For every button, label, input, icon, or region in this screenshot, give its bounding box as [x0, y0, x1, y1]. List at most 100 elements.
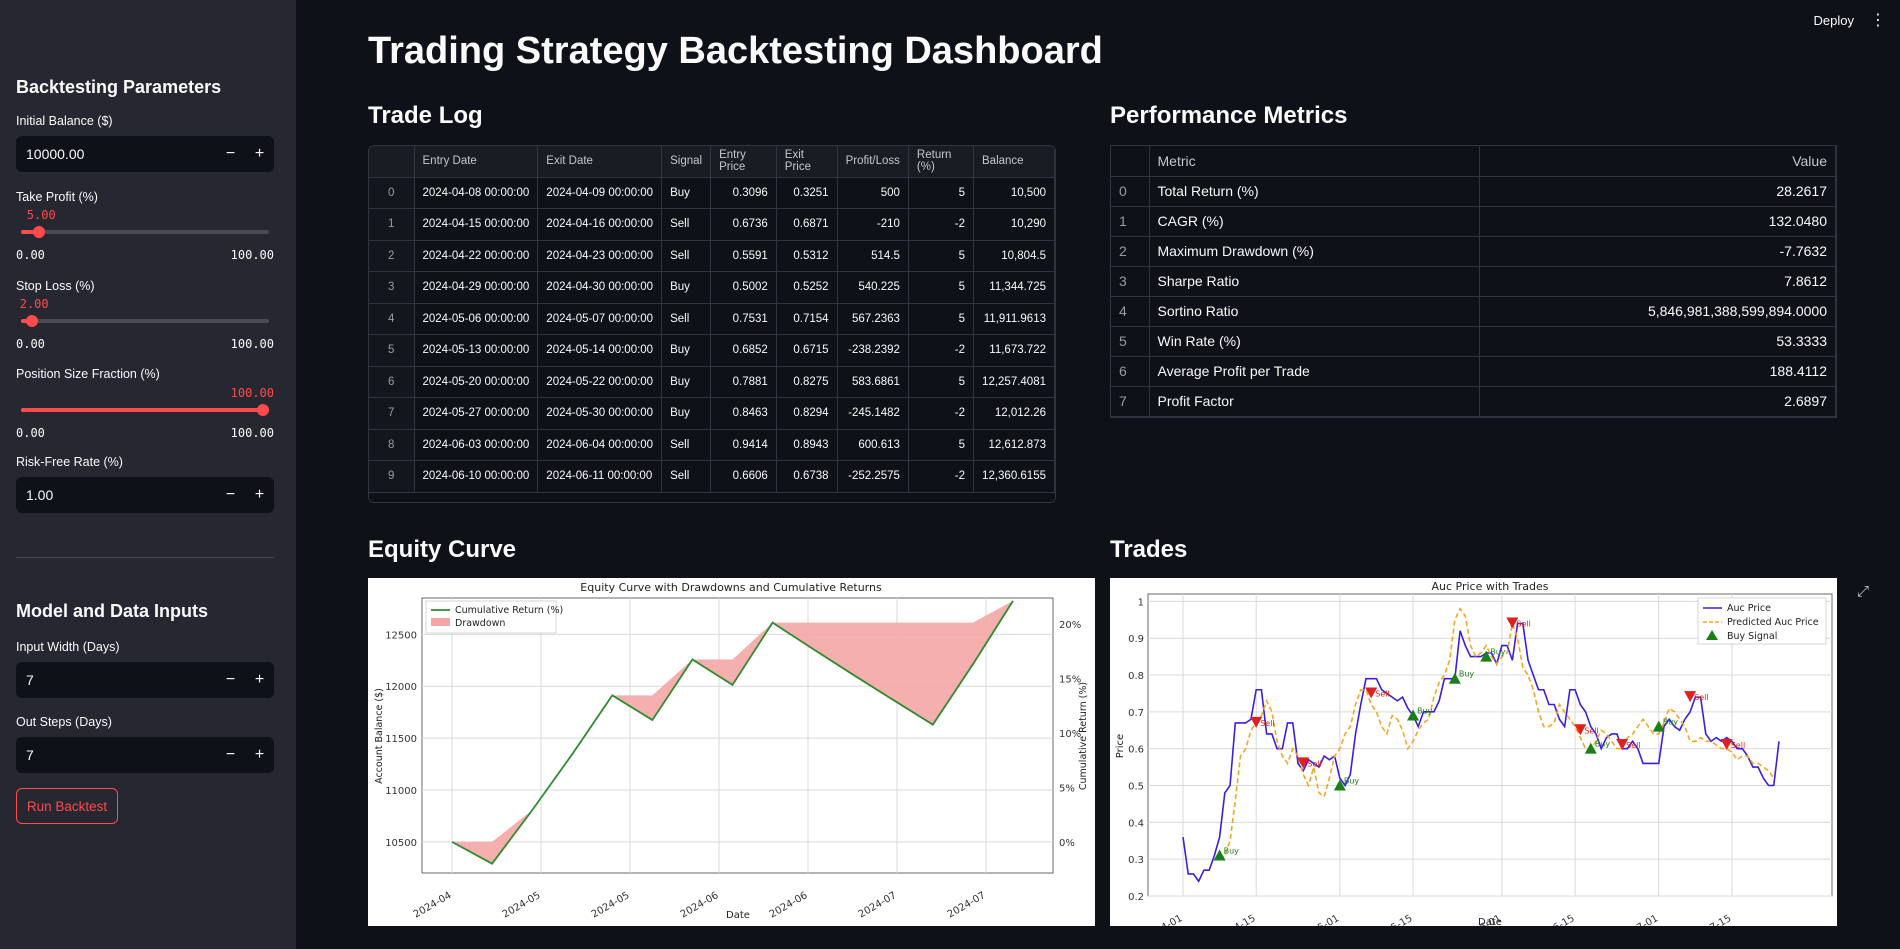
stop-loss-slider[interactable]: 2.00 0.00 100.00: [16, 293, 274, 351]
trade-log-header-row: Entry Date Exit Date Signal Entry Price Exit…: [369, 146, 1055, 178]
risk-free-value[interactable]: 1.00: [16, 487, 216, 503]
trade-log-col-header[interactable]: Signal: [661, 146, 712, 178]
metrics-row[interactable]: 7 Profit Factor 2.6897: [1111, 386, 1836, 417]
buy-signal-label: Buy: [1663, 718, 1679, 727]
trades-y-axis-label: Price: [1115, 734, 1126, 758]
run-backtest-button[interactable]: Run Backtest: [16, 788, 118, 824]
metric-name: Total Return (%): [1149, 176, 1480, 207]
take-profit-min: 0.00: [16, 248, 45, 262]
trade-log-cell: 0.6738: [776, 460, 838, 493]
sell-signal-label: Sell: [1260, 719, 1274, 728]
out-steps-value[interactable]: 7: [16, 747, 216, 763]
buy-signal-label: Buy: [1490, 648, 1506, 657]
metrics-row[interactable]: 0 Total Return (%) 28.2617: [1111, 176, 1836, 207]
metrics-row[interactable]: 5 Win Rate (%) 53.3333: [1111, 326, 1836, 357]
position-size-slider[interactable]: 100.00 0.00 100.00: [16, 382, 274, 440]
trades-y-tick-label: 0.8: [1128, 671, 1144, 682]
stop-loss-track[interactable]: [21, 319, 269, 323]
initial-balance-input[interactable]: 10000.00 − +: [16, 136, 274, 172]
trade-log-cell: 0.5252: [776, 271, 838, 304]
take-profit-label: Take Profit (%): [16, 190, 98, 204]
trade-log-row[interactable]: 7 2024-05-27 00:00:00 2024-05-30 00:00:00 B…: [369, 397, 1055, 430]
equity-x-tick-label: 2024-05: [590, 890, 632, 920]
trade-log-row[interactable]: 2 2024-04-22 00:00:00 2024-04-23 00:00:00 S…: [369, 240, 1055, 272]
trades-x-tick-label: 2024-07-15: [1678, 913, 1734, 926]
out-steps-increment-button[interactable]: +: [245, 737, 274, 773]
input-width-value[interactable]: 7: [16, 672, 216, 688]
equity-x-tick-label: 2024-07: [946, 890, 988, 920]
trade-log-row[interactable]: 3 2024-04-29 00:00:00 2024-04-30 00:00:00 B…: [369, 271, 1055, 304]
performance-metrics-table[interactable]: Metric Value 0 Total Return (%) 28.2617 1 CA…: [1110, 145, 1837, 418]
risk-free-input[interactable]: 1.00 − +: [16, 477, 274, 513]
trade-log-row-index: 3: [369, 271, 415, 304]
trade-log-col-header[interactable]: Exit Date: [537, 146, 663, 178]
take-profit-max: 100.00: [230, 248, 274, 262]
trade-log-row[interactable]: 0 2024-04-08 00:00:00 2024-04-09 00:00:00 B…: [369, 177, 1055, 209]
trade-log-col-header[interactable]: Entry Date: [414, 146, 539, 178]
trade-log-row[interactable]: 8 2024-06-03 00:00:00 2024-06-04 00:00:00 S…: [369, 429, 1055, 461]
trades-x-tick-label: 2024-05-15: [1359, 913, 1415, 926]
auc-price-svg: 0.2 0.3 0.4 0.5 0.6 0.7 0.8 0.9 1 2024-04-01 2024-…: [1115, 580, 1833, 926]
trades-y-tick-label: 0.2: [1128, 892, 1144, 903]
buy-signal-label: Buy: [1417, 707, 1433, 716]
trade-log-row[interactable]: 4 2024-05-06 00:00:00 2024-05-07 00:00:00 S…: [369, 303, 1055, 335]
initial-balance-increment-button[interactable]: +: [245, 136, 274, 172]
input-width-input[interactable]: 7 − +: [16, 662, 274, 698]
trade-log-cell: 0.7531: [710, 303, 777, 335]
trade-log-col-header[interactable]: Return (%): [908, 146, 975, 178]
trade-log-row[interactable]: 9 2024-06-10 00:00:00 2024-06-11 00:00:00 S…: [369, 460, 1055, 493]
risk-free-decrement-button[interactable]: −: [216, 477, 245, 513]
trade-log-cell: 5: [908, 240, 975, 272]
sell-signal-label: Sell: [1694, 693, 1708, 702]
auc-price-chart: 0.2 0.3 0.4 0.5 0.6 0.7 0.8 0.9 1 2024-04-01 2024-…: [1110, 578, 1837, 926]
out-steps-input[interactable]: 7 − +: [16, 737, 274, 773]
trade-log-cell: Buy: [661, 334, 712, 367]
trade-log-cell: 12,612.873: [973, 429, 1055, 461]
metrics-row[interactable]: 3 Sharpe Ratio 7.8612: [1111, 266, 1836, 297]
trade-log-col-header[interactable]: Entry Price: [710, 146, 777, 178]
initial-balance-value[interactable]: 10000.00: [16, 146, 216, 162]
trade-log-col-header[interactable]: Balance: [973, 146, 1055, 178]
metrics-row[interactable]: 6 Average Profit per Trade 188.4112: [1111, 356, 1836, 387]
trade-log-cell: 10,290: [973, 208, 1055, 241]
trade-log-col-header[interactable]: Exit Price: [776, 146, 838, 178]
take-profit-thumb[interactable]: [32, 226, 45, 238]
trade-log-cell: 540.225: [837, 271, 909, 304]
trade-log-row-index: 6: [369, 366, 415, 398]
take-profit-slider[interactable]: 5.00 0.00 100.00: [16, 204, 274, 262]
trade-log-cell: 2024-04-30 00:00:00: [537, 271, 663, 304]
trade-log-cell: 2024-06-10 00:00:00: [414, 460, 539, 493]
metric-name: Profit Factor: [1149, 386, 1480, 417]
risk-free-increment-button[interactable]: +: [245, 477, 274, 513]
metrics-row[interactable]: 2 Maximum Drawdown (%) -7.7632: [1111, 236, 1836, 267]
metrics-row[interactable]: 1 CAGR (%) 132.0480: [1111, 206, 1836, 237]
trade-log-cell: 2024-06-04 00:00:00: [537, 429, 663, 461]
metric-name: Sortino Ratio: [1149, 296, 1480, 327]
fullscreen-expand-icon[interactable]: ⤢: [1852, 580, 1874, 602]
input-width-decrement-button[interactable]: −: [216, 662, 245, 698]
initial-balance-decrement-button[interactable]: −: [216, 136, 245, 172]
trade-log-cell: 12,360.6155: [973, 460, 1055, 493]
deploy-button[interactable]: Deploy: [1814, 13, 1854, 28]
main-menu-icon[interactable]: ⋮: [1870, 10, 1886, 30]
metrics-row[interactable]: 4 Sortino Ratio 5,846,981,388,599,894.0000: [1111, 296, 1836, 327]
out-steps-decrement-button[interactable]: −: [216, 737, 245, 773]
trade-log-cell: 11,911.9613: [973, 303, 1055, 335]
metrics-row-index: 4: [1111, 296, 1150, 327]
trade-log-table[interactable]: Entry Date Exit Date Signal Entry Price Exit…: [368, 145, 1056, 503]
equity-legend-area-swatch: [431, 618, 450, 626]
trade-log-col-header[interactable]: Profit/Loss: [837, 146, 909, 178]
trade-log-row[interactable]: 1 2024-04-15 00:00:00 2024-04-16 00:00:00 S…: [369, 208, 1055, 241]
trade-log-cell: -2: [908, 397, 975, 430]
position-size-thumb[interactable]: [257, 404, 269, 416]
trade-log-cell: 0.6736: [710, 208, 777, 241]
metrics-header-row: Metric Value: [1111, 146, 1836, 177]
section-title-model: Model and Data Inputs: [16, 601, 209, 621]
trade-log-cell: 0.6715: [776, 334, 838, 367]
input-width-increment-button[interactable]: +: [245, 662, 274, 698]
take-profit-track[interactable]: [21, 230, 269, 234]
trade-log-row[interactable]: 6 2024-05-20 00:00:00 2024-05-22 00:00:00 B…: [369, 366, 1055, 398]
trade-log-row-index: 8: [369, 429, 415, 461]
stop-loss-thumb[interactable]: [25, 315, 38, 327]
trade-log-row[interactable]: 5 2024-05-13 00:00:00 2024-05-14 00:00:00 B…: [369, 334, 1055, 367]
